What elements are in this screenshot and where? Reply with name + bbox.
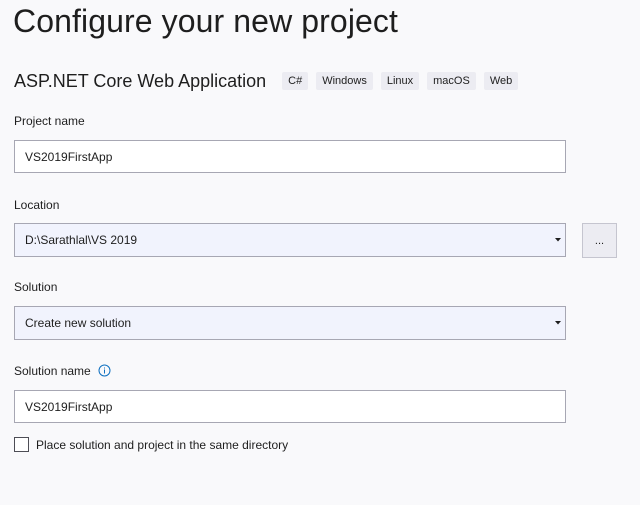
tag-windows: Windows xyxy=(316,72,373,90)
location-combobox[interactable]: D:\Sarathlal\VS 2019 xyxy=(14,223,566,257)
chevron-down-icon[interactable] xyxy=(551,307,565,339)
same-directory-checkbox[interactable] xyxy=(14,437,29,452)
solution-combobox[interactable]: Create new solution xyxy=(14,306,566,340)
project-name-label: Project name xyxy=(14,114,85,128)
tag-web: Web xyxy=(483,72,519,90)
template-info: ASP.NET Core Web Application C# Windows … xyxy=(14,69,526,93)
solution-name-label: Solution name xyxy=(14,364,91,379)
tag-csharp: C# xyxy=(282,72,309,90)
same-directory-label[interactable]: Place solution and project in the same d… xyxy=(36,438,288,452)
solution-name-input[interactable] xyxy=(14,390,566,423)
project-name-input[interactable] xyxy=(14,140,566,173)
info-icon[interactable] xyxy=(98,364,111,380)
template-name: ASP.NET Core Web Application xyxy=(14,70,267,91)
same-directory-option[interactable]: Place solution and project in the same d… xyxy=(14,437,288,452)
chevron-down-icon[interactable] xyxy=(551,224,565,256)
tag-linux: Linux xyxy=(380,72,420,90)
page-title: Configure your new project xyxy=(13,3,399,39)
browse-button[interactable]: ... xyxy=(582,223,617,258)
location-value[interactable]: D:\Sarathlal\VS 2019 xyxy=(15,233,551,247)
solution-label: Solution xyxy=(14,280,58,294)
solution-value[interactable]: Create new solution xyxy=(15,316,551,330)
location-label: Location xyxy=(14,198,60,212)
solution-name-label-row: Solution name xyxy=(14,364,111,380)
tag-macos: macOS xyxy=(427,72,476,90)
